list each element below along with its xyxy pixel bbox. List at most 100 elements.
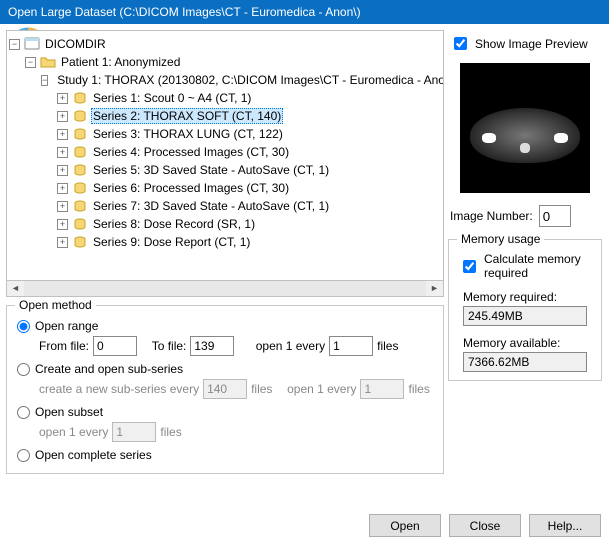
tree-series[interactable]: + Series 8: Dose Record (SR, 1) xyxy=(57,215,441,233)
expand-icon[interactable]: + xyxy=(57,219,68,230)
subset-every-label: open 1 every xyxy=(39,425,108,439)
tree-node-label[interactable]: Patient 1: Anonymized xyxy=(59,54,182,70)
tree-node-label[interactable]: Series 2: THORAX SOFT (CT, 140) xyxy=(91,108,283,124)
expand-icon[interactable]: + xyxy=(57,201,68,212)
help-button[interactable]: Help... xyxy=(529,514,601,537)
memory-available-label: Memory available: xyxy=(463,336,591,350)
tree-series[interactable]: + Series 9: Dose Report (CT, 1) xyxy=(57,233,441,251)
create-subseries-label: Create and open sub-series xyxy=(35,362,183,376)
tree-node-icon xyxy=(72,234,88,250)
scroll-left-icon[interactable]: ◄ xyxy=(7,281,24,296)
tree-series[interactable]: + Series 5: 3D Saved State - AutoSave (CT… xyxy=(57,161,441,179)
show-preview-checkbox-row[interactable]: Show Image Preview xyxy=(450,34,602,53)
memory-usage-group: Memory usage Calculate memory required M… xyxy=(448,239,602,381)
tree-node-icon xyxy=(72,198,88,214)
subset-files-label: files xyxy=(160,425,181,439)
subset-every-input xyxy=(112,422,156,442)
tree-node-icon xyxy=(72,126,88,142)
calc-memory-checkbox[interactable] xyxy=(463,260,476,273)
open-subset-radio-row[interactable]: Open subset xyxy=(17,405,433,419)
open-range-radio[interactable] xyxy=(17,320,30,333)
tree-node-icon xyxy=(72,108,88,124)
memory-usage-legend: Memory usage xyxy=(457,232,544,246)
tree-series[interactable]: + Series 3: THORAX LUNG (CT, 122) xyxy=(57,125,441,143)
expand-icon[interactable]: + xyxy=(57,237,68,248)
expand-icon[interactable]: + xyxy=(57,129,68,140)
tree-node-icon xyxy=(72,180,88,196)
tree-node-label[interactable]: DICOMDIR xyxy=(43,36,108,52)
memory-required-label: Memory required: xyxy=(463,290,591,304)
tree-series[interactable]: + Series 1: Scout 0 ~ A4 (CT, 1) xyxy=(57,89,441,107)
tree-node-icon xyxy=(72,144,88,160)
open-subset-radio[interactable] xyxy=(17,406,30,419)
collapse-icon[interactable]: − xyxy=(41,75,48,86)
from-file-input[interactable] xyxy=(93,336,137,356)
window-titlebar: Open Large Dataset (C:\DICOM Images\CT -… xyxy=(0,0,609,24)
tree-node-label[interactable]: Series 7: 3D Saved State - AutoSave (CT,… xyxy=(91,198,331,214)
image-number-row: Image Number: xyxy=(450,205,602,227)
dataset-tree[interactable]: −DICOMDIR−Patient 1: Anonymized−Study 1:… xyxy=(6,30,444,280)
tree-study[interactable]: −Study 1: THORAX (20130802, C:\DICOM Ima… xyxy=(41,71,441,89)
ct-spine-icon xyxy=(520,143,530,153)
tree-node-icon xyxy=(72,216,88,232)
to-file-input[interactable] xyxy=(190,336,234,356)
expand-icon[interactable]: + xyxy=(57,111,68,122)
tree-series[interactable]: + Series 7: 3D Saved State - AutoSave (CT… xyxy=(57,197,441,215)
open-complete-label: Open complete series xyxy=(35,448,152,462)
expand-icon[interactable]: + xyxy=(57,165,68,176)
tree-node-label[interactable]: Series 4: Processed Images (CT, 30) xyxy=(91,144,291,160)
subseries-create-label: create a new sub-series every xyxy=(39,382,199,396)
tree-node-label[interactable]: Series 5: 3D Saved State - AutoSave (CT,… xyxy=(91,162,331,178)
expand-icon[interactable]: + xyxy=(57,147,68,158)
memory-available-value: 7366.62MB xyxy=(463,352,587,372)
show-preview-checkbox[interactable] xyxy=(454,37,467,50)
tree-series[interactable]: + Series 6: Processed Images (CT, 30) xyxy=(57,179,441,197)
tree-hscrollbar[interactable]: ◄ ► xyxy=(6,280,444,297)
expand-icon[interactable]: + xyxy=(57,183,68,194)
tree-node-label[interactable]: Series 9: Dose Report (CT, 1) xyxy=(91,234,252,250)
close-button[interactable]: Close xyxy=(449,514,521,537)
open-range-radio-row[interactable]: Open range xyxy=(17,319,433,333)
scroll-track[interactable] xyxy=(24,281,426,296)
open-method-group: Open method Open range From file: To fil… xyxy=(6,305,444,474)
collapse-icon[interactable]: − xyxy=(25,57,36,68)
subseries-files2-label: files xyxy=(408,382,429,396)
open-complete-radio[interactable] xyxy=(17,449,30,462)
ct-highlight-icon xyxy=(554,133,568,143)
from-file-label: From file: xyxy=(39,339,89,353)
expand-icon[interactable]: + xyxy=(57,93,68,104)
memory-required-value: 245.49MB xyxy=(463,306,587,326)
to-file-label: To file: xyxy=(152,339,187,353)
dialog-buttons: Open Close Help... xyxy=(369,514,601,537)
range-every-input[interactable] xyxy=(329,336,373,356)
create-subseries-radio-row[interactable]: Create and open sub-series xyxy=(17,362,433,376)
subseries-every-label: open 1 every xyxy=(287,382,356,396)
calc-memory-label: Calculate memory required xyxy=(484,252,591,280)
image-number-input[interactable] xyxy=(539,205,571,227)
image-number-label: Image Number: xyxy=(450,209,533,223)
tree-patient[interactable]: − Patient 1: Anonymized xyxy=(25,53,441,71)
tree-node-icon xyxy=(72,162,88,178)
tree-node-label[interactable]: Series 3: THORAX LUNG (CT, 122) xyxy=(91,126,285,142)
range-files-label: files xyxy=(377,339,398,353)
tree-node-label[interactable]: Study 1: THORAX (20130802, C:\DICOM Imag… xyxy=(55,72,444,88)
range-every-label: open 1 every xyxy=(256,339,325,353)
image-preview xyxy=(460,63,590,193)
create-subseries-radio[interactable] xyxy=(17,363,30,376)
subseries-files-label: files xyxy=(251,382,272,396)
tree-node-label[interactable]: Series 1: Scout 0 ~ A4 (CT, 1) xyxy=(91,90,253,106)
calc-memory-checkbox-row[interactable]: Calculate memory required xyxy=(459,252,591,280)
subseries-every-input xyxy=(360,379,404,399)
tree-series[interactable]: + Series 2: THORAX SOFT (CT, 140) xyxy=(57,107,441,125)
tree-series[interactable]: + Series 4: Processed Images (CT, 30) xyxy=(57,143,441,161)
tree-root[interactable]: − DICOMDIR xyxy=(9,35,441,53)
tree-node-label[interactable]: Series 6: Processed Images (CT, 30) xyxy=(91,180,291,196)
scroll-right-icon[interactable]: ► xyxy=(426,281,443,296)
show-preview-label: Show Image Preview xyxy=(475,37,588,51)
open-button[interactable]: Open xyxy=(369,514,441,537)
tree-node-label[interactable]: Series 8: Dose Record (SR, 1) xyxy=(91,216,257,232)
collapse-icon[interactable]: − xyxy=(9,39,20,50)
tree-node-icon xyxy=(72,90,88,106)
open-complete-radio-row[interactable]: Open complete series xyxy=(17,448,433,462)
open-range-label: Open range xyxy=(35,319,98,333)
